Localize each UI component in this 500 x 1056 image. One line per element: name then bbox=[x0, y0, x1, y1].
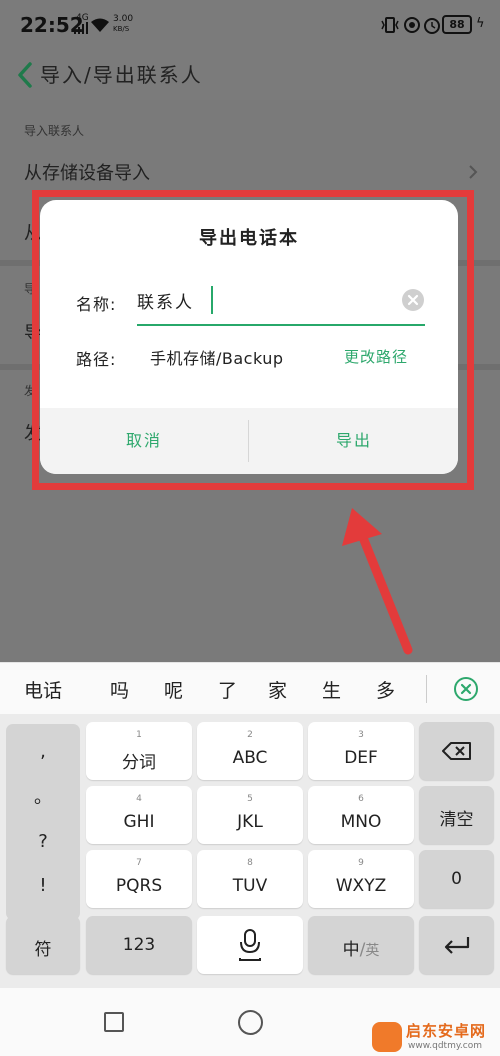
punct-key[interactable]: , bbox=[6, 732, 80, 772]
punct-key[interactable]: ? bbox=[6, 822, 80, 862]
net-speed-value: 3.00 bbox=[113, 14, 134, 24]
language-switch-key[interactable]: 中/英 bbox=[308, 916, 414, 974]
vibrate-icon bbox=[381, 17, 399, 33]
key-number: 8 bbox=[247, 858, 253, 868]
key-label: 符 bbox=[34, 940, 52, 960]
page-title: 导入/导出联系人 bbox=[40, 63, 203, 87]
candidate-word[interactable]: 呢 bbox=[164, 676, 183, 703]
home-icon[interactable] bbox=[238, 1010, 263, 1035]
key-label: DEF bbox=[344, 748, 378, 768]
key-6[interactable]: 6 MNO bbox=[308, 786, 414, 844]
key-1[interactable]: 1 分词 bbox=[86, 722, 192, 780]
watermark-logo-icon bbox=[372, 1022, 402, 1052]
key-label: TUV bbox=[232, 876, 268, 896]
key-3[interactable]: 3 DEF bbox=[308, 722, 414, 780]
candidate-word[interactable]: 家 bbox=[268, 676, 287, 703]
space-voice-key[interactable] bbox=[197, 916, 303, 974]
candidate-word[interactable]: 了 bbox=[218, 676, 237, 703]
site-watermark: 启东安卓网 www.qdtmy.com bbox=[372, 1020, 500, 1056]
key-label: 0 bbox=[451, 869, 462, 889]
status-bar: 22:52 4G 3.00 KB/S 88 ϟ bbox=[0, 0, 500, 50]
candidate-word[interactable]: 吗 bbox=[110, 676, 129, 703]
battery-indicator: 88 bbox=[442, 15, 472, 34]
backspace-icon bbox=[442, 742, 471, 760]
section-label-import: 导入联系人 bbox=[24, 124, 85, 138]
microphone-icon bbox=[239, 929, 261, 961]
ime-keyboard: , 。 ? ! 1 分词 2 ABC 3 DEF 4 GHI 5 JKL 6 M… bbox=[0, 714, 500, 988]
collapse-keyboard-icon[interactable] bbox=[454, 677, 478, 701]
key-label: MNO bbox=[340, 812, 382, 832]
key-label: 分词 bbox=[122, 753, 156, 773]
key-7[interactable]: 7 PQRS bbox=[86, 850, 192, 908]
key-2[interactable]: 2 ABC bbox=[197, 722, 303, 780]
annotation-highlight-box bbox=[32, 190, 474, 490]
list-item-label: 从存储设备导入 bbox=[24, 163, 150, 184]
key-number: 9 bbox=[358, 858, 364, 868]
key-number: 5 bbox=[247, 794, 253, 804]
clear-key[interactable]: 清空 bbox=[419, 786, 494, 844]
key-label: GHI bbox=[123, 812, 155, 832]
key-label: WXYZ bbox=[335, 876, 387, 896]
back-arrow-icon[interactable] bbox=[12, 58, 40, 92]
key-number: 7 bbox=[136, 858, 142, 868]
watermark-url: www.qdtmy.com bbox=[408, 1041, 482, 1051]
key-number: 4 bbox=[136, 794, 142, 804]
chevron-right-icon bbox=[469, 165, 478, 179]
key-label: PQRS bbox=[115, 876, 163, 896]
key-label: 中/英 bbox=[308, 935, 414, 960]
key-number: 3 bbox=[358, 730, 364, 740]
lang-zh-label: 中 bbox=[342, 940, 360, 960]
key-number: 2 bbox=[247, 730, 253, 740]
net-speed-unit: KB/S bbox=[113, 25, 130, 33]
data-saver-icon bbox=[404, 17, 420, 33]
key-9[interactable]: 9 WXYZ bbox=[308, 850, 414, 908]
alarm-icon bbox=[424, 18, 440, 34]
candidate-separator bbox=[426, 675, 427, 703]
recent-apps-icon[interactable] bbox=[104, 1012, 124, 1032]
annotation-arrow-icon bbox=[342, 508, 413, 655]
numbers-key[interactable]: 123 bbox=[86, 916, 192, 974]
punctuation-column: , 。 ? ! bbox=[6, 724, 80, 920]
punct-key[interactable]: ! bbox=[6, 866, 80, 906]
key-8[interactable]: 8 TUV bbox=[197, 850, 303, 908]
enter-key[interactable] bbox=[419, 916, 494, 974]
charging-icon: ϟ bbox=[476, 16, 485, 31]
candidate-word[interactable]: 电话 bbox=[24, 676, 62, 703]
key-number: 1 bbox=[136, 730, 142, 740]
symbols-key[interactable]: 符 bbox=[6, 916, 80, 974]
signal-icon bbox=[74, 22, 88, 34]
lang-en-label: 英 bbox=[365, 943, 380, 959]
key-label: 清空 bbox=[439, 810, 474, 830]
candidate-word[interactable]: 生 bbox=[322, 676, 341, 703]
key-number: 6 bbox=[358, 794, 364, 804]
wifi-icon bbox=[91, 18, 109, 32]
backspace-key[interactable] bbox=[419, 722, 494, 780]
ime-candidate-bar: 电话 吗 呢 了 家 生 多 bbox=[0, 662, 500, 714]
key-0[interactable]: 0 bbox=[419, 850, 494, 908]
key-5[interactable]: 5 JKL bbox=[197, 786, 303, 844]
punct-key[interactable]: 。 bbox=[6, 778, 80, 818]
app-header: 导入/导出联系人 bbox=[0, 50, 500, 100]
watermark-text: 启东安卓网 bbox=[406, 1022, 487, 1040]
key-label: 123 bbox=[122, 935, 156, 955]
key-label: JKL bbox=[237, 812, 263, 832]
key-4[interactable]: 4 GHI bbox=[86, 786, 192, 844]
key-label: ABC bbox=[232, 748, 268, 768]
enter-icon bbox=[444, 937, 470, 954]
candidate-word[interactable]: 多 bbox=[376, 676, 395, 703]
